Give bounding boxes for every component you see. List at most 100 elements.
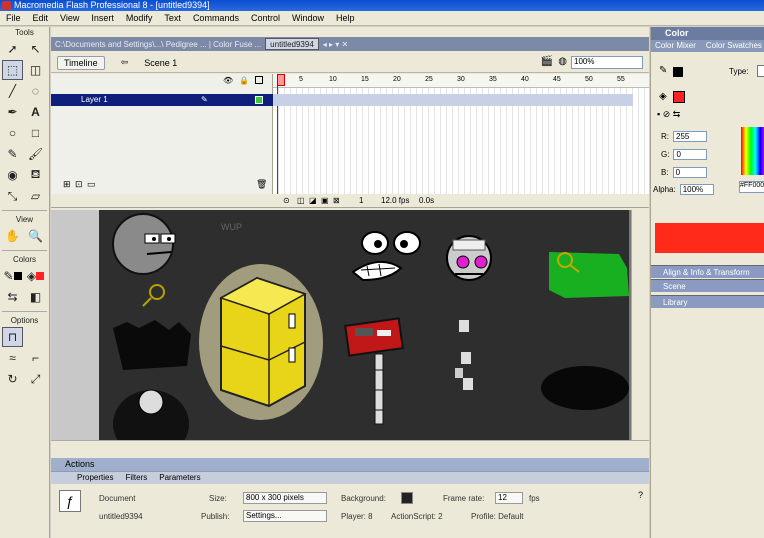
stroke-pencil-icon[interactable]: ✎ [659,65,667,76]
default-colors-icon[interactable]: ◧ [25,287,46,307]
doc-tab-active[interactable]: untitled9394 [265,38,319,50]
panel-library[interactable]: Library [651,295,764,308]
document-icon: ƒ [59,490,81,512]
stage-horizontal-scrollbar[interactable] [51,440,649,450]
lock-icon[interactable]: 🔒 [239,76,249,85]
tab-color-swatches[interactable]: Color Swatches [706,40,762,52]
scale-icon[interactable]: ⤢ [25,369,46,389]
fill-bucket-icon[interactable]: ◈ [659,91,667,102]
black-blob[interactable] [541,366,629,410]
hex-input[interactable]: #FF0000 [739,181,764,193]
straighten-icon[interactable]: ⌐ [25,348,46,368]
menu-file[interactable]: File [0,13,27,23]
stage-canvas[interactable]: WUP [99,210,629,440]
menu-control[interactable]: Control [245,13,286,23]
menu-view[interactable]: View [54,13,85,23]
edit-scene-icon[interactable]: 🎬 [541,56,553,67]
gray-face-character[interactable] [112,213,176,275]
snap-to-objects-icon[interactable]: ⊓ [2,327,23,347]
menu-text[interactable]: Text [158,13,187,23]
pencil-tool-icon[interactable]: ✎ [2,144,23,164]
playhead[interactable] [277,74,285,194]
g-input[interactable]: 0 [673,149,708,160]
menu-help[interactable]: Help [330,13,361,23]
tab-properties[interactable]: Properties [77,472,113,484]
menu-commands[interactable]: Commands [187,13,245,23]
add-layer-icon[interactable]: ⊞ [63,179,71,190]
brush-tool-icon[interactable]: 🖌 [25,144,46,164]
stage-vertical-scrollbar[interactable] [631,210,649,440]
add-guide-icon[interactable]: ⊡ [75,179,83,190]
type-dropdown[interactable] [757,65,764,77]
panel-align-info-transform[interactable]: Align & Info & Transform [651,265,764,278]
lasso-tool-icon[interactable]: ◌ [25,81,46,101]
arrow-tool-icon[interactable]: ➚ [2,39,23,59]
fill-color-icon[interactable]: ◈ [25,266,46,286]
rotate-skew-icon[interactable]: ↻ [2,369,23,389]
timeline-button[interactable]: Timeline [57,55,105,70]
b-input[interactable]: 0 [672,167,707,178]
back-arrow-icon[interactable]: ⇦ [121,57,129,68]
tab-nav-icon[interactable]: ◂ ▸ ▾ ✕ [319,40,352,49]
tab-filters[interactable]: Filters [125,472,147,484]
frame-rate-input[interactable]: 12 [495,492,523,504]
oval-tool-icon[interactable]: ○ [2,123,23,143]
onion-skin-icon[interactable]: ◫ [297,196,305,205]
center-frame-icon[interactable]: ⊙ [283,196,290,205]
stroke-color-icon[interactable]: ✎ [2,266,23,286]
frames-grid[interactable]: 5 10 15 20 25 30 35 40 45 50 55 [273,74,649,194]
hand-tool-icon[interactable]: ✋ [2,226,23,246]
yellow-fridge[interactable] [199,264,323,420]
frame-ruler[interactable]: 5 10 15 20 25 30 35 40 45 50 55 [273,74,649,88]
tab-parameters[interactable]: Parameters [159,472,200,484]
menu-edit[interactable]: Edit [27,13,55,23]
rectangle-tool-icon[interactable]: □ [25,123,46,143]
tab-color-mixer[interactable]: Color Mixer [655,40,696,52]
edit-multiple-frames-icon[interactable]: ▣ [321,196,329,205]
layer-color-icon[interactable] [255,96,263,104]
pen-tool-icon[interactable]: ✒ [2,102,23,122]
r-input[interactable]: 255 [673,131,707,142]
panel-scene[interactable]: Scene [651,279,764,292]
fill-transform-tool-icon[interactable]: ◫ [25,60,46,80]
color-panel-header[interactable]: Color [651,27,764,40]
add-folder-icon[interactable]: ▭ [87,179,96,190]
stage-area[interactable]: WUP [51,210,649,440]
outline-icon[interactable] [255,76,263,84]
ink-bottle-tool-icon[interactable]: ◉ [2,165,23,185]
line-tool-icon[interactable]: ╱ [2,81,23,101]
size-button[interactable]: 800 x 300 pixels [243,492,327,504]
zoom-tool-icon[interactable]: 🔍 [25,226,46,246]
fill-swatch[interactable] [673,91,685,103]
help-icon[interactable]: ? [638,490,643,500]
actions-panel-header[interactable]: Actions [51,458,649,471]
edit-symbol-icon[interactable]: ◍ [558,56,567,67]
zoom-dropdown[interactable]: 100% [571,56,643,69]
color-tool-icons[interactable]: ▪ ⊘ ⇆ [657,109,680,120]
free-transform-tool-icon[interactable]: ⬚ [2,60,23,80]
onion-outline-icon[interactable]: ◪ [309,196,317,205]
subselect-tool-icon[interactable]: ↖ [25,39,46,59]
stroke-swatch[interactable] [673,67,683,77]
eyedropper-tool-icon[interactable]: ⤡ [2,186,23,206]
menu-insert[interactable]: Insert [85,13,120,23]
background-color-swatch[interactable] [401,492,413,504]
eye-icon[interactable]: 👁 [223,76,233,85]
robot-head-character[interactable] [446,235,492,281]
layer-row[interactable]: Layer 1 ✎ [51,94,273,106]
menu-window[interactable]: Window [286,13,330,23]
eraser-tool-icon[interactable]: ▱ [25,186,46,206]
text-tool-icon[interactable]: A [25,102,46,122]
green-shape[interactable] [549,252,629,298]
smooth-icon[interactable]: ≈ [2,348,23,368]
delete-layer-icon[interactable]: 🗑 [256,179,267,190]
menu-modify[interactable]: Modify [120,13,159,23]
swap-colors-icon[interactable]: ⇆ [2,287,23,307]
modify-onion-markers-icon[interactable]: ⊠ [333,196,340,205]
color-spectrum[interactable] [741,127,764,175]
doc-path-tab[interactable]: C:\Documents and Settings\...\ Pedigree … [51,40,265,49]
settings-button[interactable]: Settings... [243,510,327,522]
selected-frame-row[interactable] [273,94,633,106]
alpha-input[interactable]: 100% [679,184,714,195]
paint-bucket-tool-icon[interactable]: ⛾ [25,165,46,185]
